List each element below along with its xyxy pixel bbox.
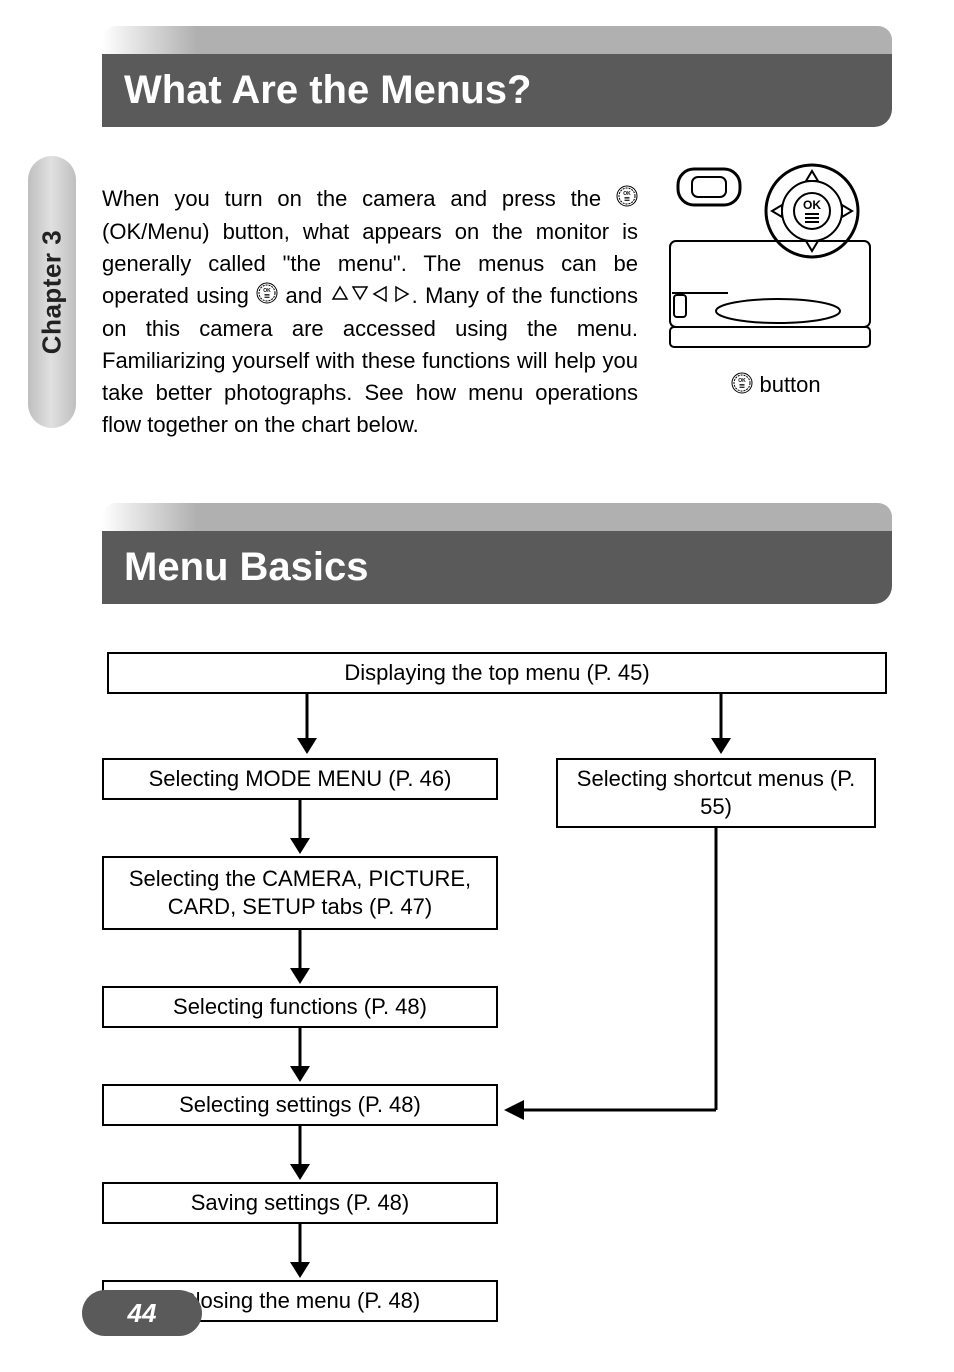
chapter-label: Chapter 3	[37, 230, 68, 354]
chapter-tab: Chapter 3	[28, 156, 76, 428]
flow-box-settings: Selecting settings (P. 48)	[102, 1084, 498, 1126]
ok-menu-button-icon-2: OK	[256, 281, 278, 313]
flow-box-top: Displaying the top menu (P. 45)	[107, 652, 887, 694]
ok-menu-button-icon-caption: OK	[731, 372, 753, 400]
page-number: 44	[82, 1290, 202, 1336]
flow-box-mode-menu: Selecting MODE MENU (P. 46)	[102, 758, 498, 800]
intro-part1: When you turn on the camera and press th…	[102, 186, 616, 211]
flow-box-shortcut: Selecting shortcut menus (P. 55)	[556, 758, 876, 828]
dpad-arrows-icon	[330, 281, 412, 313]
flow-box-tabs: Selecting the CAMERA, PICTURE, CARD, SET…	[102, 856, 498, 930]
svg-text:OK: OK	[739, 378, 747, 384]
flow-box-functions: Selecting functions (P. 48)	[102, 986, 498, 1028]
camera-illustration: OK OK button	[660, 161, 892, 463]
svg-text:OK: OK	[263, 288, 271, 294]
flow-arrow-down-icon	[102, 1224, 498, 1280]
flow-arrow-down-icon	[102, 930, 498, 986]
flow-arrow-down-icon	[102, 800, 498, 856]
section-title-banner-1: What Are the Menus?	[102, 26, 892, 127]
menu-flowchart: Displaying the top menu (P. 45) Selectin…	[102, 652, 892, 1322]
camera-caption: button	[753, 372, 820, 397]
flow-branch-arrows-icon	[107, 694, 887, 758]
svg-text:OK: OK	[803, 198, 821, 212]
intro-part3: and	[278, 283, 329, 308]
section-title-1: What Are the Menus?	[102, 54, 892, 127]
flow-arrow-down-icon	[102, 1126, 498, 1182]
page-number-value: 44	[128, 1298, 157, 1329]
intro-paragraph: When you turn on the camera and press th…	[102, 183, 638, 441]
section-title-2: Menu Basics	[102, 531, 892, 604]
flow-merge-arrow-icon	[498, 828, 882, 1188]
section-title-banner-2: Menu Basics	[102, 503, 892, 604]
ok-menu-button-icon: OK	[616, 184, 638, 216]
camera-back-diagram-icon: OK	[668, 161, 884, 357]
flow-arrow-down-icon	[102, 1028, 498, 1084]
flow-box-saving: Saving settings (P. 48)	[102, 1182, 498, 1224]
svg-text:OK: OK	[623, 191, 631, 197]
